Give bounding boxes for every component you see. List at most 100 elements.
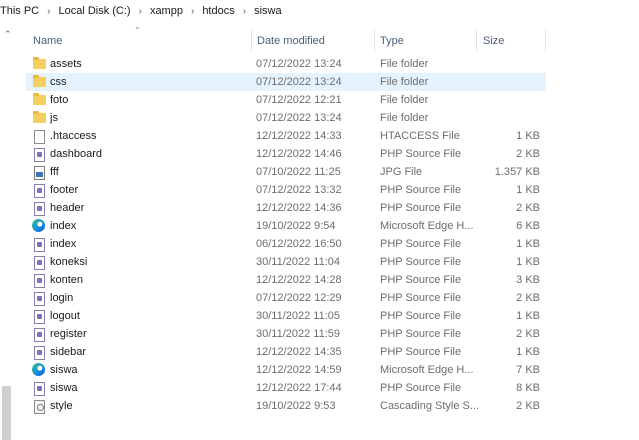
folder-icon — [33, 111, 46, 123]
file-row[interactable]: fff 07/10/2022 11:25 JPG File 1.357 KB — [26, 163, 546, 181]
column-divider[interactable] — [545, 30, 546, 52]
breadcrumb-item[interactable]: This PC — [0, 5, 39, 17]
file-date-modified: 12/12/2022 14:46 — [256, 148, 342, 160]
file-name: style — [50, 400, 73, 412]
folder-icon — [33, 93, 46, 105]
file-type: PHP Source File — [380, 292, 462, 304]
file-row[interactable]: style 19/10/2022 9:53 Cascading Style S...… — [26, 397, 546, 415]
php-file-icon — [34, 202, 45, 216]
file-row[interactable]: foto 07/12/2022 12:21 File folder — [26, 91, 546, 109]
file-size: 2 KB — [516, 400, 540, 412]
breadcrumb-item[interactable]: Local Disk (C:) — [58, 5, 130, 17]
file-row[interactable]: .htaccess 12/12/2022 14:33 HTACCESS File 1 … — [26, 127, 546, 145]
file-size — [480, 91, 540, 109]
file-date-modified: 19/10/2022 9:53 — [256, 400, 336, 412]
file-size — [480, 109, 540, 127]
file-name: sidebar — [50, 346, 87, 358]
navigation-pane-edge — [0, 26, 16, 440]
column-name-header[interactable]: Name — [33, 30, 62, 52]
file-name: konten — [50, 274, 84, 286]
chevron-right-icon[interactable]: › — [139, 6, 142, 17]
file-row[interactable]: dashboard 12/12/2022 14:46 PHP Source File… — [26, 145, 546, 163]
file-row[interactable]: siswa 12/12/2022 14:59 Microsoft Edge H...… — [26, 361, 546, 379]
file-date-modified: 12/12/2022 14:36 — [256, 202, 342, 214]
file-row[interactable]: logout 30/11/2022 11:05 PHP Source File 1 K… — [26, 307, 546, 325]
file-type: PHP Source File — [380, 274, 462, 286]
file-size: 6 KB — [516, 220, 540, 232]
file-name: css — [50, 76, 67, 88]
file-name: register — [50, 328, 87, 340]
css-file-icon — [34, 400, 45, 414]
file-date-modified: 07/12/2022 13:32 — [256, 184, 342, 196]
chevron-right-icon[interactable]: › — [243, 6, 246, 17]
file-size: 2 KB — [516, 202, 540, 214]
file-size: 1 KB — [516, 310, 540, 322]
file-type: File folder — [380, 58, 429, 70]
file-type: Cascading Style S... — [380, 400, 480, 412]
column-divider[interactable] — [251, 30, 252, 52]
file-name: login — [50, 292, 74, 304]
file-date-modified: 07/12/2022 12:29 — [256, 292, 342, 304]
file-date-modified: 12/12/2022 14:33 — [256, 130, 342, 142]
scroll-up-icon[interactable]: ⌃ — [4, 30, 13, 39]
file-size: 1 KB — [516, 184, 540, 196]
file-size: 2 KB — [516, 292, 540, 304]
breadcrumb-item[interactable]: xampp — [150, 5, 183, 17]
sort-ascending-icon: ⌃ — [134, 26, 141, 35]
file-date-modified: 12/12/2022 14:59 — [256, 364, 342, 376]
file-name: siswa — [50, 364, 78, 376]
file-type: PHP Source File — [380, 184, 462, 196]
file-date-modified: 07/12/2022 13:24 — [256, 76, 342, 88]
file-type: File folder — [380, 76, 429, 88]
file-size: 2 KB — [516, 148, 540, 160]
column-date-header[interactable]: Date modified — [257, 30, 325, 52]
scrollbar-thumb[interactable] — [2, 386, 11, 440]
file-row[interactable]: js 07/12/2022 13:24 File folder — [26, 109, 546, 127]
column-divider[interactable] — [374, 30, 375, 52]
file-name: logout — [50, 310, 80, 322]
file-row[interactable]: header 12/12/2022 14:36 PHP Source File 2 K… — [26, 199, 546, 217]
file-name: index — [50, 220, 77, 232]
file-name: header — [50, 202, 85, 214]
chevron-right-icon[interactable]: › — [47, 6, 50, 17]
breadcrumb-item[interactable]: siswa — [254, 5, 282, 17]
file-date-modified: 30/11/2022 11:05 — [256, 310, 341, 322]
file-row[interactable]: konten 12/12/2022 14:28 PHP Source File 3 K… — [26, 271, 546, 289]
column-size-header[interactable]: Size — [483, 30, 504, 52]
file-row[interactable]: assets 07/12/2022 13:24 File folder — [26, 55, 546, 73]
file-date-modified: 12/12/2022 14:28 — [256, 274, 342, 286]
file-type: HTACCESS File — [380, 130, 460, 142]
file-size: 3 KB — [516, 274, 540, 286]
file-date-modified: 07/12/2022 13:24 — [256, 58, 342, 70]
file-row[interactable]: siswa 12/12/2022 17:44 PHP Source File 8 KB — [26, 379, 546, 397]
file-size: 1 KB — [516, 256, 540, 268]
file-name: .htaccess — [50, 130, 97, 142]
file-row[interactable]: sidebar 12/12/2022 14:35 PHP Source File 1 … — [26, 343, 546, 361]
file-row[interactable]: css 07/12/2022 13:24 File folder — [26, 73, 546, 91]
file-row[interactable]: footer 07/12/2022 13:32 PHP Source File 1 K… — [26, 181, 546, 199]
file-row[interactable]: index 19/10/2022 9:54 Microsoft Edge H... 6… — [26, 217, 546, 235]
file-name: foto — [50, 94, 69, 106]
file-size: 1 KB — [516, 130, 540, 142]
column-type-header[interactable]: Type — [380, 30, 404, 52]
file-name: koneksi — [50, 256, 88, 268]
column-divider[interactable] — [476, 30, 477, 52]
edge-icon — [32, 363, 45, 376]
file-icon — [34, 130, 45, 144]
file-size: 7 KB — [516, 364, 540, 376]
file-row[interactable]: koneksi 30/11/2022 11:04 PHP Source File 1 … — [26, 253, 546, 271]
php-file-icon — [34, 238, 45, 252]
breadcrumb-item[interactable]: htdocs — [202, 5, 234, 17]
file-date-modified: 06/12/2022 16:50 — [256, 238, 342, 250]
file-row[interactable]: login 07/12/2022 12:29 PHP Source File 2 KB — [26, 289, 546, 307]
file-type: File folder — [380, 112, 429, 124]
file-date-modified: 07/10/2022 11:25 — [256, 166, 341, 178]
file-row[interactable]: register 30/11/2022 11:59 PHP Source File 2… — [26, 325, 546, 343]
file-type: File folder — [380, 94, 429, 106]
chevron-right-icon[interactable]: › — [191, 6, 194, 17]
file-date-modified: 30/11/2022 11:59 — [256, 328, 341, 340]
php-file-icon — [34, 148, 45, 162]
file-name: assets — [50, 58, 82, 70]
file-name: js — [50, 112, 58, 124]
file-row[interactable]: index 06/12/2022 16:50 PHP Source File 1 KB — [26, 235, 546, 253]
